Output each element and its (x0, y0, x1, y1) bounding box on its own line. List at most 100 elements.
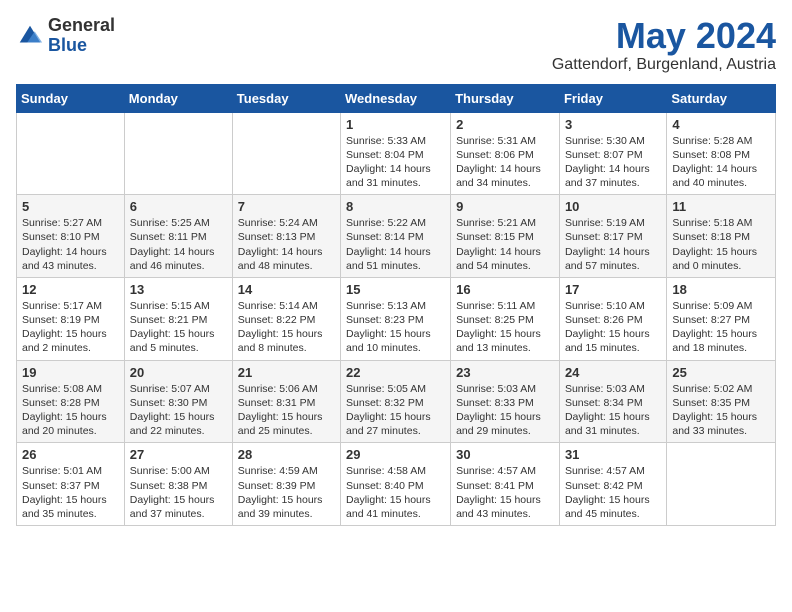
day-number: 23 (456, 365, 554, 380)
calendar-cell: 23 Sunrise: 5:03 AM Sunset: 8:33 PM Dayli… (451, 360, 560, 443)
day-number: 22 (346, 365, 445, 380)
week-row-4: 19 Sunrise: 5:08 AM Sunset: 8:28 PM Dayli… (17, 360, 776, 443)
day-info: Sunrise: 5:22 AM Sunset: 8:14 PM Dayligh… (346, 216, 445, 273)
day-number: 24 (565, 365, 661, 380)
calendar-cell: 24 Sunrise: 5:03 AM Sunset: 8:34 PM Dayli… (559, 360, 666, 443)
logo-icon (16, 22, 44, 50)
week-row-3: 12 Sunrise: 5:17 AM Sunset: 8:19 PM Dayli… (17, 277, 776, 360)
day-info: Sunrise: 5:24 AM Sunset: 8:13 PM Dayligh… (238, 216, 335, 273)
week-row-2: 5Sunrise: 5:27 AM Sunset: 8:10 PM Daylig… (17, 195, 776, 278)
day-info: Sunrise: 5:19 AM Sunset: 8:17 PM Dayligh… (565, 216, 661, 273)
logo: General Blue (16, 16, 115, 56)
calendar-cell: 19 Sunrise: 5:08 AM Sunset: 8:28 PM Dayli… (17, 360, 125, 443)
weekday-header-saturday: Saturday (667, 84, 776, 112)
day-info: Sunrise: 5:33 AM Sunset: 8:04 PM Dayligh… (346, 134, 445, 191)
day-number: 29 (346, 447, 445, 462)
calendar-cell: 6 Sunrise: 5:25 AM Sunset: 8:11 PM Daylig… (124, 195, 232, 278)
calendar-cell: 1 Sunrise: 5:33 AM Sunset: 8:04 PM Daylig… (341, 112, 451, 195)
week-row-5: 26Sunrise: 5:01 AM Sunset: 8:37 PM Dayli… (17, 443, 776, 526)
day-number: 13 (130, 282, 227, 297)
weekday-header-row: SundayMondayTuesdayWednesdayThursdayFrid… (17, 84, 776, 112)
day-number: 8 (346, 199, 445, 214)
calendar-table: SundayMondayTuesdayWednesdayThursdayFrid… (16, 84, 776, 526)
weekday-header-sunday: Sunday (17, 84, 125, 112)
calendar-cell: 25Sunrise: 5:02 AM Sunset: 8:35 PM Dayli… (667, 360, 776, 443)
calendar-cell: 31Sunrise: 4:57 AM Sunset: 8:42 PM Dayli… (559, 443, 666, 526)
logo-blue-text: Blue (48, 35, 87, 55)
calendar-cell: 27Sunrise: 5:00 AM Sunset: 8:38 PM Dayli… (124, 443, 232, 526)
weekday-header-friday: Friday (559, 84, 666, 112)
day-info: Sunrise: 5:02 AM Sunset: 8:35 PM Dayligh… (672, 382, 770, 439)
day-info: Sunrise: 5:10 AM Sunset: 8:26 PM Dayligh… (565, 299, 661, 356)
day-info: Sunrise: 5:11 AM Sunset: 8:25 PM Dayligh… (456, 299, 554, 356)
calendar-cell: 2 Sunrise: 5:31 AM Sunset: 8:06 PM Daylig… (451, 112, 560, 195)
calendar-cell: 16 Sunrise: 5:11 AM Sunset: 8:25 PM Dayli… (451, 277, 560, 360)
day-number: 3 (565, 117, 661, 132)
day-number: 31 (565, 447, 661, 462)
calendar-cell (667, 443, 776, 526)
day-info: Sunrise: 5:28 AM Sunset: 8:08 PM Dayligh… (672, 134, 770, 191)
day-number: 15 (346, 282, 445, 297)
day-number: 21 (238, 365, 335, 380)
day-info: Sunrise: 5:25 AM Sunset: 8:11 PM Dayligh… (130, 216, 227, 273)
day-number: 9 (456, 199, 554, 214)
calendar-cell (124, 112, 232, 195)
calendar-cell: 30Sunrise: 4:57 AM Sunset: 8:41 PM Dayli… (451, 443, 560, 526)
day-info: Sunrise: 5:14 AM Sunset: 8:22 PM Dayligh… (238, 299, 335, 356)
day-number: 4 (672, 117, 770, 132)
day-info: Sunrise: 5:18 AM Sunset: 8:18 PM Dayligh… (672, 216, 770, 273)
day-info: Sunrise: 4:58 AM Sunset: 8:40 PM Dayligh… (346, 464, 445, 521)
calendar-cell: 10 Sunrise: 5:19 AM Sunset: 8:17 PM Dayli… (559, 195, 666, 278)
calendar-cell: 17 Sunrise: 5:10 AM Sunset: 8:26 PM Dayli… (559, 277, 666, 360)
calendar-cell: 5Sunrise: 5:27 AM Sunset: 8:10 PM Daylig… (17, 195, 125, 278)
title-block: May 2024 Gattendorf, Burgenland, Austria (552, 16, 776, 74)
day-info: Sunrise: 5:08 AM Sunset: 8:28 PM Dayligh… (22, 382, 119, 439)
calendar-cell (17, 112, 125, 195)
weekday-header-monday: Monday (124, 84, 232, 112)
calendar-cell: 9 Sunrise: 5:21 AM Sunset: 8:15 PM Daylig… (451, 195, 560, 278)
day-info: Sunrise: 5:09 AM Sunset: 8:27 PM Dayligh… (672, 299, 770, 356)
calendar-cell: 22 Sunrise: 5:05 AM Sunset: 8:32 PM Dayli… (341, 360, 451, 443)
calendar-cell: 20Sunrise: 5:07 AM Sunset: 8:30 PM Dayli… (124, 360, 232, 443)
day-number: 1 (346, 117, 445, 132)
day-info: Sunrise: 5:21 AM Sunset: 8:15 PM Dayligh… (456, 216, 554, 273)
day-info: Sunrise: 5:07 AM Sunset: 8:30 PM Dayligh… (130, 382, 227, 439)
calendar-cell: 3 Sunrise: 5:30 AM Sunset: 8:07 PM Daylig… (559, 112, 666, 195)
day-number: 6 (130, 199, 227, 214)
day-number: 11 (672, 199, 770, 214)
day-number: 17 (565, 282, 661, 297)
day-number: 18 (672, 282, 770, 297)
day-number: 2 (456, 117, 554, 132)
day-info: Sunrise: 5:05 AM Sunset: 8:32 PM Dayligh… (346, 382, 445, 439)
day-number: 5 (22, 199, 119, 214)
day-info: Sunrise: 5:31 AM Sunset: 8:06 PM Dayligh… (456, 134, 554, 191)
day-info: Sunrise: 4:59 AM Sunset: 8:39 PM Dayligh… (238, 464, 335, 521)
calendar-cell: 18 Sunrise: 5:09 AM Sunset: 8:27 PM Dayli… (667, 277, 776, 360)
day-number: 14 (238, 282, 335, 297)
day-info: Sunrise: 5:17 AM Sunset: 8:19 PM Dayligh… (22, 299, 119, 356)
day-number: 7 (238, 199, 335, 214)
day-info: Sunrise: 5:03 AM Sunset: 8:33 PM Dayligh… (456, 382, 554, 439)
day-info: Sunrise: 5:06 AM Sunset: 8:31 PM Dayligh… (238, 382, 335, 439)
day-info: Sunrise: 5:30 AM Sunset: 8:07 PM Dayligh… (565, 134, 661, 191)
day-number: 16 (456, 282, 554, 297)
day-number: 28 (238, 447, 335, 462)
day-number: 10 (565, 199, 661, 214)
day-number: 19 (22, 365, 119, 380)
day-number: 26 (22, 447, 119, 462)
calendar-cell (232, 112, 340, 195)
weekday-header-wednesday: Wednesday (341, 84, 451, 112)
calendar-cell: 21 Sunrise: 5:06 AM Sunset: 8:31 PM Dayli… (232, 360, 340, 443)
weekday-header-tuesday: Tuesday (232, 84, 340, 112)
calendar-cell: 15 Sunrise: 5:13 AM Sunset: 8:23 PM Dayli… (341, 277, 451, 360)
logo-general-text: General (48, 15, 115, 35)
day-number: 12 (22, 282, 119, 297)
day-info: Sunrise: 5:15 AM Sunset: 8:21 PM Dayligh… (130, 299, 227, 356)
calendar-cell: 13 Sunrise: 5:15 AM Sunset: 8:21 PM Dayli… (124, 277, 232, 360)
calendar-cell: 26Sunrise: 5:01 AM Sunset: 8:37 PM Dayli… (17, 443, 125, 526)
calendar-location: Gattendorf, Burgenland, Austria (552, 56, 776, 74)
page-header: General Blue May 2024 Gattendorf, Burgen… (16, 16, 776, 74)
day-info: Sunrise: 5:13 AM Sunset: 8:23 PM Dayligh… (346, 299, 445, 356)
day-number: 30 (456, 447, 554, 462)
day-info: Sunrise: 5:03 AM Sunset: 8:34 PM Dayligh… (565, 382, 661, 439)
